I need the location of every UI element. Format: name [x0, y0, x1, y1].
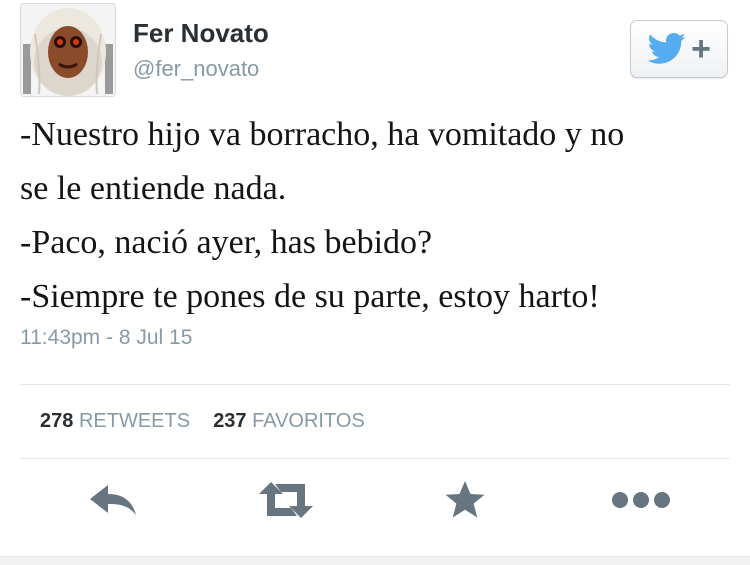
user-handle[interactable]: @fer_novato	[133, 56, 259, 82]
display-name[interactable]: Fer Novato	[133, 18, 269, 49]
retweets-stat[interactable]: 278 RETWEETS	[40, 410, 196, 432]
tweet-text: -Nuestro hijo va borracho, ha vomitado y…	[20, 108, 732, 324]
avatar[interactable]	[20, 3, 116, 97]
follow-plus-icon: +	[691, 30, 711, 68]
favorite-button[interactable]	[440, 480, 490, 524]
retweets-count: 278	[40, 410, 74, 432]
avatar-image	[21, 4, 115, 96]
tweet-stats: 278 RETWEETS 237 FAVORITOS	[40, 410, 365, 433]
reply-icon	[88, 483, 138, 522]
favorites-count: 237	[213, 410, 247, 432]
favorites-label: FAVORITOS	[252, 410, 365, 432]
more-button[interactable]	[608, 480, 674, 524]
tweet-line: se le entiende nada.	[20, 170, 287, 207]
tweet-line: -Nuestro hijo va borracho, ha vomitado y…	[20, 116, 625, 153]
retweets-label: RETWEETS	[78, 410, 191, 432]
tweet-timestamp[interactable]: 11:43pm - 8 Jul 15	[20, 326, 192, 350]
tweet-line: -Siempre te pones de su parte, estoy har…	[20, 278, 600, 315]
favorites-stat[interactable]: 237 FAVORITOS	[213, 410, 365, 432]
divider	[20, 458, 730, 459]
divider	[20, 384, 730, 385]
reply-button[interactable]	[86, 480, 140, 524]
twitter-bird-icon	[647, 33, 687, 65]
retweet-button[interactable]	[254, 480, 318, 524]
retweet-icon	[255, 480, 317, 525]
follow-button[interactable]: +	[630, 20, 728, 78]
star-icon	[444, 480, 486, 525]
tweet-line: -Paco, nació ayer, has bebido?	[20, 224, 433, 261]
more-dots-icon	[610, 490, 672, 515]
